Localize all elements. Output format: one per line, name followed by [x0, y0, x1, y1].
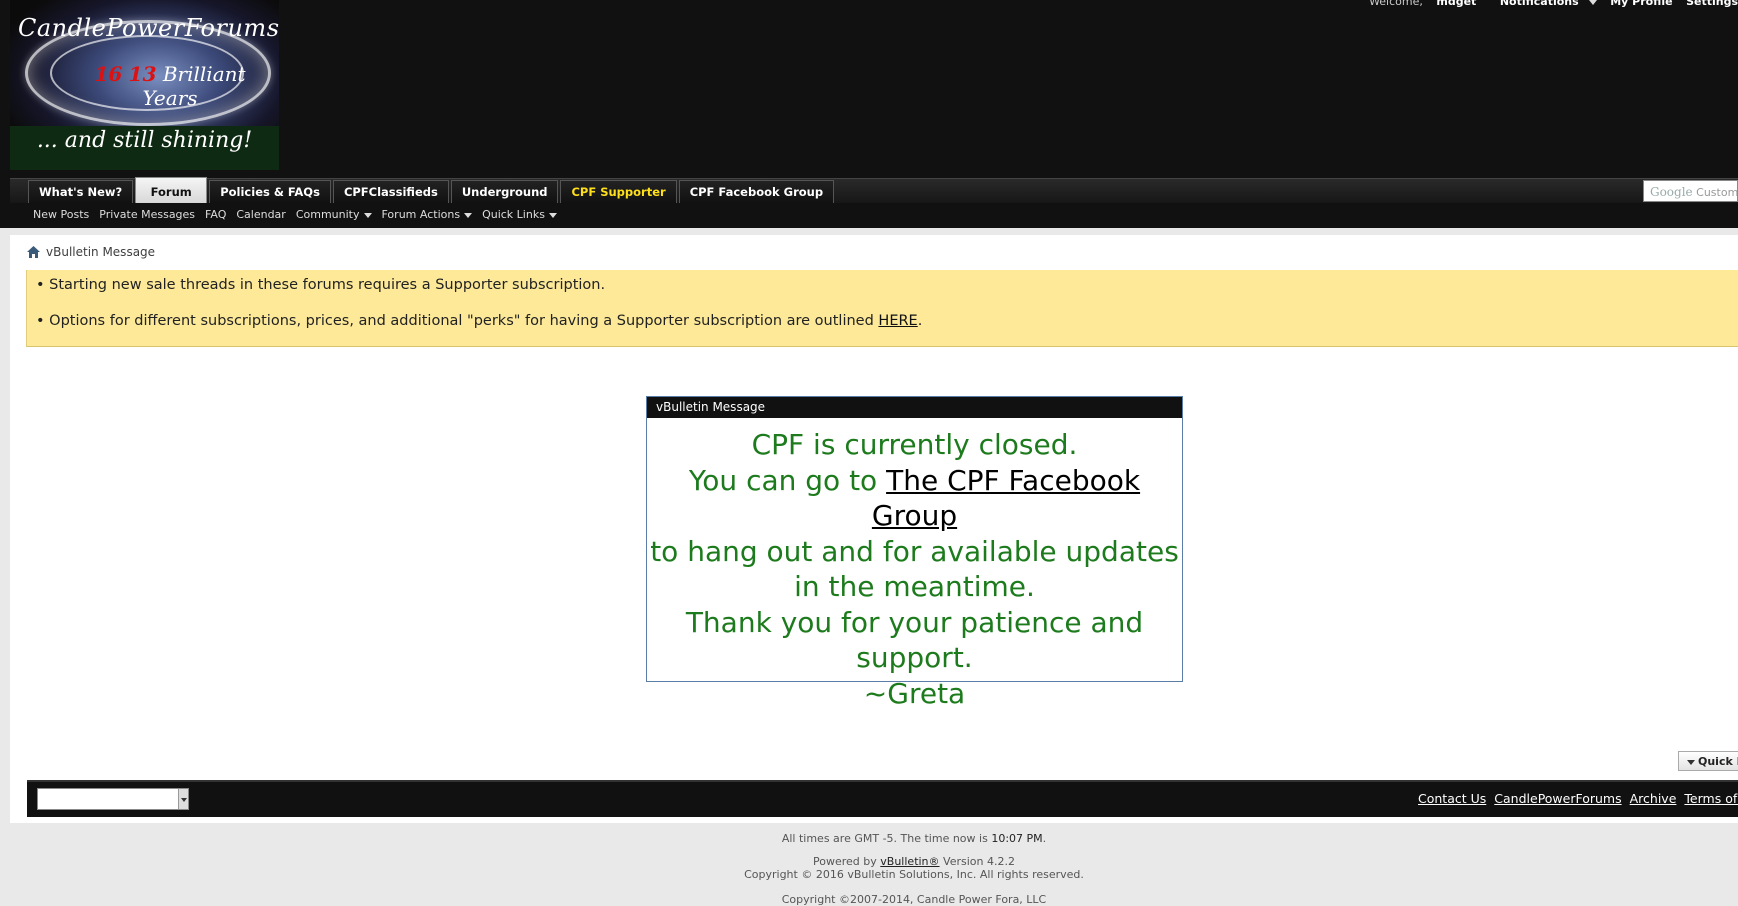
footer-archive-link[interactable]: Archive — [1630, 791, 1677, 806]
subnav-faq[interactable]: FAQ — [205, 203, 226, 228]
chevron-down-icon — [363, 212, 372, 218]
time-line: All times are GMT -5. The time now is 10… — [0, 832, 1738, 845]
google-search-placeholder: Custom Search — [1696, 186, 1738, 199]
logo-tagline: ... and still shining! — [36, 128, 253, 153]
main-navbar: What's New? Forum Policies & FAQs CPFCla… — [10, 177, 1738, 204]
settings-link[interactable]: Settings — [1686, 0, 1738, 8]
chevron-down-icon — [548, 212, 557, 218]
my-profile-link[interactable]: My Profile — [1610, 0, 1672, 8]
subnav-private-messages[interactable]: Private Messages — [99, 203, 195, 228]
subnav-quick-links[interactable]: Quick Links — [482, 203, 557, 228]
current-time: 10:07 PM — [991, 832, 1043, 845]
chevron-down-icon — [1588, 0, 1597, 5]
chevron-down-icon — [178, 789, 188, 809]
copyright-vbulletin: Copyright © 2016 vBulletin Solutions, In… — [744, 868, 1084, 881]
logo-years-number-new: 13 — [128, 62, 157, 86]
site-logo[interactable]: CandlePowerForums 16 13 Brilliant Years … — [10, 0, 279, 170]
body-panel: vBulletin Message • Starting new sale th… — [10, 235, 1738, 823]
style-chooser-select[interactable] — [37, 788, 189, 810]
notifications-menu[interactable]: Notifications — [1490, 0, 1597, 8]
footer-terms-link[interactable]: Terms of Service — [1684, 791, 1738, 806]
sub-navbar: New Posts Private Messages FAQ Calendar … — [10, 203, 1738, 228]
logo-years: 16 13 Brilliant Years — [70, 62, 270, 110]
message-box-title: vBulletin Message — [647, 397, 1182, 418]
vbulletin-link[interactable]: vBulletin® — [880, 855, 939, 868]
username-link[interactable]: mdget — [1436, 0, 1476, 8]
page-bottom-info: All times are GMT -5. The time now is 10… — [0, 832, 1738, 906]
vbulletin-message-box: vBulletin Message CPF is currently close… — [646, 396, 1183, 710]
nav-tabs: What's New? Forum Policies & FAQs CPFCla… — [28, 177, 836, 203]
notice-line-2-text: • Options for different subscriptions, p… — [36, 313, 879, 329]
message-line-6: support. — [856, 641, 973, 674]
notifications-label: Notifications — [1499, 0, 1579, 8]
google-search-input[interactable]: Google Custom Search — [1643, 180, 1738, 202]
footer-contact-us-link[interactable]: Contact Us — [1418, 791, 1486, 806]
message-line-5: Thank you for your patience and — [685, 605, 1144, 639]
powered-version: Version 4.2.2 — [939, 855, 1015, 868]
subnav-new-posts[interactable]: New Posts — [33, 203, 89, 228]
time-suffix: . — [1042, 832, 1047, 845]
subnav-community[interactable]: Community — [296, 203, 372, 228]
logo-years-number-old: 16 — [94, 62, 123, 86]
powered-line: Powered by vBulletin® Version 4.2.2 — [0, 855, 1738, 868]
page: CandlePowerForums 16 13 Brilliant Years … — [0, 0, 1738, 906]
facebook-group-link[interactable]: The CPF Facebook Group — [872, 464, 1140, 533]
google-logo: Google — [1650, 185, 1693, 199]
logo-title: CandlePowerForums — [18, 14, 279, 42]
message-line-2: You can go to The CPF Facebook Group — [647, 463, 1182, 534]
subnav-quick-links-label: Quick Links — [482, 208, 545, 221]
breadcrumb: vBulletin Message — [27, 245, 155, 259]
user-toplinks: Welcome, mdget Notifications My Profile … — [1359, 0, 1738, 8]
message-line-2-text: You can go to — [688, 463, 887, 497]
tab-cpfclassifieds[interactable]: CPFClassifieds — [332, 180, 449, 203]
tab-underground[interactable]: Underground — [450, 180, 559, 203]
quick-navigation-button[interactable]: Quick Navigation — [1678, 751, 1738, 771]
subnav-forum-actions[interactable]: Forum Actions — [382, 203, 473, 228]
message-line-1: CPF is currently closed. — [751, 428, 1078, 461]
chevron-down-icon — [1687, 759, 1695, 765]
subnav-forum-actions-label: Forum Actions — [381, 208, 461, 221]
home-icon[interactable] — [27, 246, 40, 258]
footer-home-link[interactable]: CandlePowerForums — [1494, 791, 1621, 806]
chevron-down-icon — [464, 212, 473, 218]
subnav-community-label: Community — [295, 208, 360, 221]
notice-line-1: • Starting new sale threads in these for… — [36, 277, 606, 293]
tab-policies-faqs[interactable]: Policies & FAQs — [209, 180, 331, 203]
notice-line-2: • Options for different subscriptions, p… — [36, 313, 922, 329]
time-prefix: All times are GMT -5. The time now is — [781, 832, 992, 845]
tab-whats-new[interactable]: What's New? — [28, 180, 134, 203]
message-body: CPF is currently closed. You can go to T… — [647, 418, 1182, 711]
subnav-calendar[interactable]: Calendar — [236, 203, 285, 228]
footer-bar: Contact Us CandlePowerForums Archive Ter… — [27, 780, 1738, 817]
breadcrumb-current: vBulletin Message — [46, 245, 156, 259]
message-line-4: in the meantime. — [794, 570, 1035, 603]
quick-navigation-label: Quick Navigation — [1698, 755, 1738, 768]
notice-banner: • Starting new sale threads in these for… — [26, 270, 1738, 347]
logo-years-text: Brilliant Years — [142, 62, 246, 110]
welcome-text: Welcome, — [1369, 0, 1423, 8]
notice-line-2-suffix: . — [917, 313, 923, 329]
message-line-3: to hang out and for available updates — [650, 534, 1179, 568]
notice-here-link[interactable]: HERE — [878, 313, 917, 329]
footer-links: Contact Us CandlePowerForums Archive Ter… — [1418, 791, 1738, 806]
powered-prefix: Powered by — [813, 855, 881, 868]
tab-forum[interactable]: Forum — [135, 177, 208, 203]
tab-cpf-facebook-group[interactable]: CPF Facebook Group — [678, 180, 835, 203]
copyright-cpf: Copyright ©2007-2014, Candle Power Fora,… — [781, 893, 1047, 906]
tab-cpf-supporter[interactable]: CPF Supporter — [560, 180, 677, 203]
message-signature: ~Greta — [863, 676, 966, 710]
